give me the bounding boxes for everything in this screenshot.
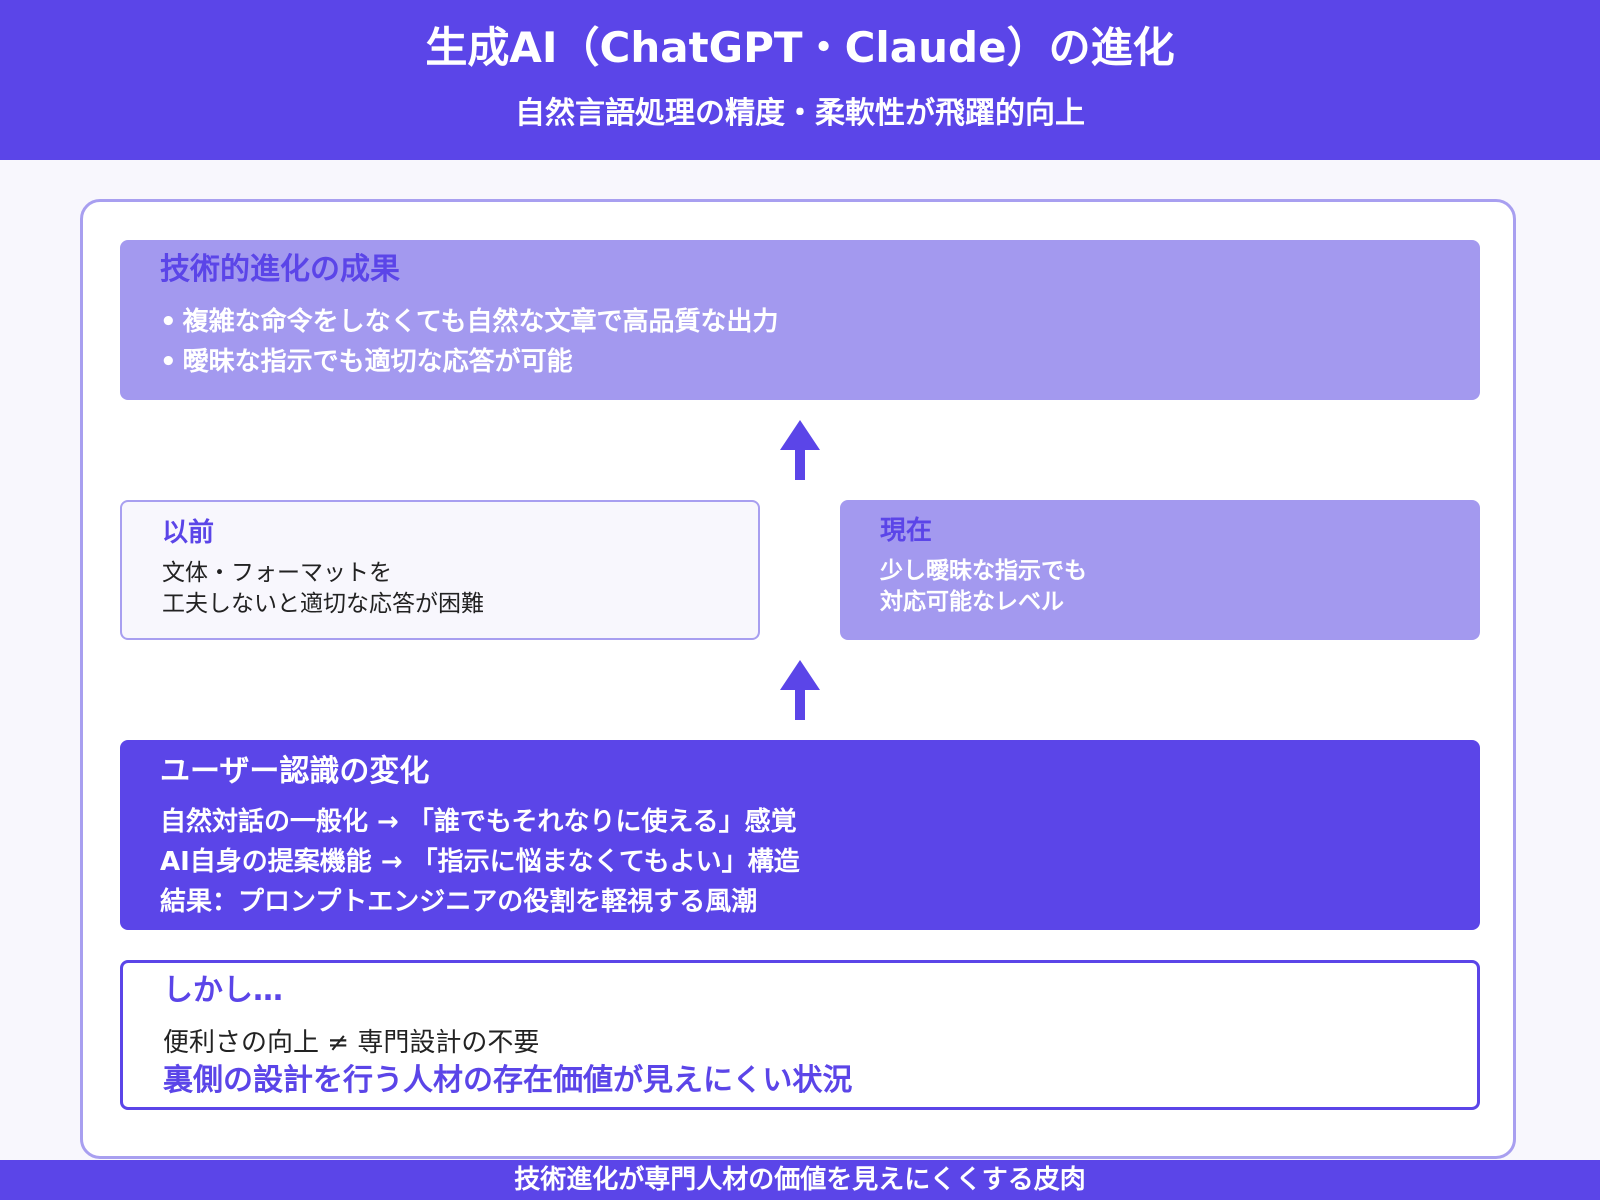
- now-line: 対応可能なレベル: [880, 589, 1064, 615]
- list-item: • 複雑な命令をしなくても自然な文章で高品質な出力: [160, 302, 779, 342]
- before-body: 文体・フォーマットを 工夫しないと適切な応答が困難: [162, 558, 484, 620]
- list-item: • 曖昧な指示でも適切な応答が可能: [160, 342, 779, 382]
- however-box: しかし… 便利さの向上 ≠ 専門設計の不要 裏側の設計を行う人材の存在価値が見え…: [120, 960, 1480, 1110]
- perception-line: 自然対話の一般化 → 「誰でもそれなりに使える」感覚: [160, 807, 797, 837]
- list-item-text: 複雑な命令をしなくても自然な文章で高品質な出力: [182, 307, 779, 337]
- achievements-title: 技術的進化の成果: [160, 252, 400, 287]
- now-box: 現在 少し曖昧な指示でも 対応可能なレベル: [840, 500, 1480, 640]
- however-title: しかし…: [163, 973, 283, 1008]
- now-body: 少し曖昧な指示でも 対応可能なレベル: [880, 556, 1087, 618]
- header-banner: 生成AI（ChatGPT・Claude）の進化 自然言語処理の精度・柔軟性が飛躍…: [0, 0, 1600, 160]
- before-box: 以前 文体・フォーマットを 工夫しないと適切な応答が困難: [120, 500, 760, 640]
- page-subtitle: 自然言語処理の精度・柔軟性が飛躍的向上: [515, 96, 1085, 131]
- achievements-box: 技術的進化の成果 • 複雑な命令をしなくても自然な文章で高品質な出力 • 曖昧な指示…: [120, 240, 1480, 400]
- perception-box: ユーザー認識の変化 自然対話の一般化 → 「誰でもそれなりに使える」感覚 AI自…: [120, 740, 1480, 930]
- perception-lines: 自然対話の一般化 → 「誰でもそれなりに使える」感覚 AI自身の提案機能 → 「…: [160, 802, 800, 922]
- however-statement: 便利さの向上 ≠ 専門設計の不要: [163, 1028, 540, 1058]
- bullet-icon: •: [160, 307, 177, 337]
- footer-banner: 技術進化が専門人材の価値を見えにくくする皮肉: [0, 1160, 1600, 1200]
- before-title: 以前: [162, 518, 215, 548]
- arrow-up-icon: [780, 420, 820, 480]
- achievements-list: • 複雑な命令をしなくても自然な文章で高品質な出力 • 曖昧な指示でも適切な応答が可…: [160, 302, 779, 382]
- perception-line: AI自身の提案機能 → 「指示に悩まなくてもよい」構造: [160, 847, 800, 877]
- however-emphasis: 裏側の設計を行う人材の存在価値が見えにくい状況: [163, 1063, 853, 1098]
- arrow-up-icon: [780, 660, 820, 720]
- perception-title: ユーザー認識の変化: [160, 754, 430, 789]
- bullet-icon: •: [160, 347, 177, 377]
- page-title: 生成AI（ChatGPT・Claude）の進化: [425, 23, 1175, 72]
- perception-line: 結果：プロンプトエンジニアの役割を軽視する風潮: [160, 887, 758, 917]
- before-line: 文体・フォーマットを: [162, 560, 392, 586]
- list-item-text: 曖昧な指示でも適切な応答が可能: [182, 347, 573, 377]
- now-title: 現在: [880, 516, 933, 546]
- before-line: 工夫しないと適切な応答が困難: [162, 591, 484, 617]
- now-line: 少し曖昧な指示でも: [880, 558, 1087, 584]
